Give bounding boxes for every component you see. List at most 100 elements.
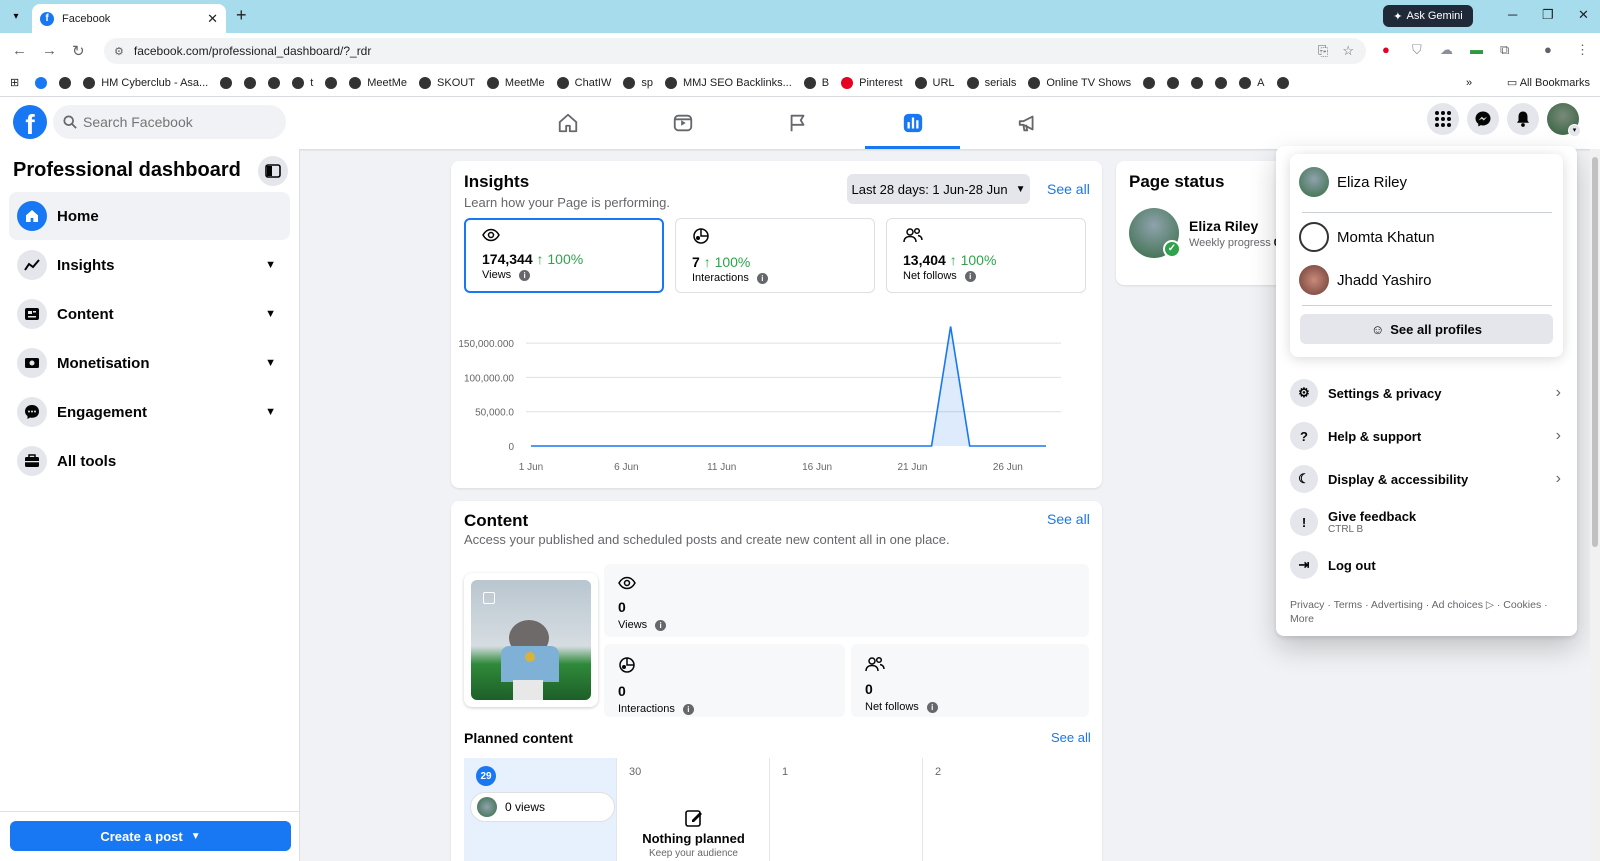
scheduled-post-pill[interactable]: 0 views — [470, 792, 615, 822]
menu-item-settings[interactable]: ⚙ Settings & privacy › — [1290, 373, 1565, 413]
notifications-button[interactable] — [1507, 103, 1539, 135]
date-range-dropdown[interactable]: Last 28 days: 1 Jun-28 Jun ▼ — [847, 174, 1030, 204]
browser-tab[interactable]: f Facebook ✕ — [32, 4, 226, 33]
pinterest-extension-icon[interactable]: ● — [1382, 42, 1390, 57]
bookmark-item[interactable]: B — [803, 76, 829, 89]
ask-gemini-button[interactable]: ✦ Ask Gemini — [1383, 5, 1473, 27]
menu-item-logout[interactable]: ⇥ Log out — [1290, 545, 1565, 585]
nav-video[interactable] — [625, 97, 740, 149]
cloud-extension-icon[interactable]: ☁ — [1440, 42, 1453, 58]
calendar-day-1[interactable]: 1 — [770, 758, 923, 861]
minimize-icon[interactable]: ─ — [1508, 7, 1517, 22]
sidebar-item-insights[interactable]: Insights ▼ — [9, 241, 290, 289]
sidebar-item-all-tools[interactable]: All tools — [9, 437, 290, 485]
menu-grid-button[interactable] — [1427, 103, 1459, 135]
back-icon[interactable]: ← — [12, 42, 27, 59]
bookmark-item[interactable] — [244, 76, 257, 89]
planned-see-all-link[interactable]: See all — [1051, 730, 1091, 745]
reload-icon[interactable]: ↻ — [72, 42, 85, 60]
bookmark-item[interactable]: A — [1239, 76, 1265, 89]
post-thumbnail[interactable] — [464, 573, 598, 707]
nav-pages[interactable] — [740, 97, 855, 149]
bookmark-item[interactable] — [1276, 76, 1289, 89]
facebook-logo[interactable]: f — [13, 105, 47, 139]
create-post-button[interactable]: Create a post ▼ — [10, 821, 291, 851]
bookmark-item[interactable] — [1143, 76, 1156, 89]
bookmark-item[interactable] — [59, 76, 72, 89]
shield-extension-icon[interactable]: ⛉ — [1412, 42, 1422, 58]
sidebar-item-content[interactable]: Content ▼ — [9, 290, 290, 338]
search-input[interactable] — [83, 114, 273, 130]
bookmark-item[interactable]: MeetMe — [486, 76, 545, 89]
bookmark-item[interactable] — [1191, 76, 1204, 89]
nav-home[interactable] — [510, 97, 625, 149]
forward-icon[interactable]: → — [42, 42, 57, 59]
bookmark-item[interactable]: MMJ SEO Backlinks... — [664, 76, 792, 89]
metric-interactions[interactable]: 7 ↑ 100% Interactions i — [675, 218, 875, 293]
menu-item-feedback[interactable]: ! Give feedback CTRL B — [1290, 502, 1565, 542]
nav-ads[interactable] — [970, 97, 1085, 149]
close-tab-icon[interactable]: ✕ — [207, 11, 218, 27]
money-extension-icon[interactable]: ▬ — [1470, 42, 1483, 57]
nav-dashboard[interactable] — [855, 97, 970, 149]
browser-menu-icon[interactable]: ⋮ — [1576, 42, 1589, 58]
new-tab-button[interactable]: + — [236, 5, 247, 26]
apps-icon[interactable]: ⊞ — [10, 76, 19, 89]
calendar-day-29[interactable]: 29 0 views — [464, 758, 617, 861]
menu-item-display[interactable]: ☾ Display & accessibility › — [1290, 459, 1565, 499]
bookmark-item[interactable]: sp — [623, 76, 653, 89]
bookmark-item[interactable] — [220, 76, 233, 89]
bookmark-item[interactable]: t — [292, 76, 313, 89]
bookmark-item[interactable]: MeetMe — [349, 76, 407, 89]
bookmark-item[interactable]: Pinterest — [841, 76, 903, 89]
info-icon[interactable]: i — [964, 270, 976, 282]
sidebar-item-monetisation[interactable]: Monetisation ▼ — [9, 339, 290, 387]
calendar-day-30[interactable]: 30 Nothing planned Keep your audience — [617, 758, 770, 861]
menu-footer-links[interactable]: Privacy · Terms · Advertising · Ad choic… — [1290, 598, 1565, 626]
bookmark-item[interactable]: HM Cyberclub - Asa... — [83, 76, 208, 89]
content-see-all-link[interactable]: See all — [1047, 511, 1090, 527]
bookmark-item[interactable]: serials — [966, 76, 1016, 89]
bookmark-item[interactable] — [35, 76, 48, 89]
bookmark-item[interactable]: SKOUT — [419, 76, 475, 89]
restore-icon[interactable]: ❐ — [1542, 7, 1554, 23]
messenger-button[interactable] — [1467, 103, 1499, 135]
profile-item[interactable]: Momta Khatun — [1299, 222, 1435, 252]
bookmark-item[interactable]: URL — [914, 76, 955, 89]
scrollbar-thumb[interactable] — [1592, 157, 1598, 547]
info-icon[interactable]: i — [756, 272, 768, 284]
tab-search-button[interactable]: ▾ — [7, 8, 25, 26]
profile-item[interactable]: Eliza Riley — [1299, 167, 1407, 197]
bookmark-item[interactable] — [325, 76, 338, 89]
bookmark-item[interactable] — [1167, 76, 1180, 89]
info-icon[interactable]: i — [926, 701, 938, 713]
profile-item[interactable]: Jhadd Yashiro — [1299, 265, 1432, 295]
page-scrollbar[interactable] — [1590, 149, 1600, 861]
page-avatar[interactable]: ✓ — [1129, 208, 1181, 258]
site-info-icon[interactable]: ⚙ — [114, 45, 124, 58]
bookmark-item[interactable] — [1215, 76, 1228, 89]
calendar-day-2[interactable]: 2 — [923, 758, 1076, 861]
metric-net-follows[interactable]: 13,404 ↑ 100% Net follows i — [886, 218, 1086, 293]
menu-item-help[interactable]: ? Help & support › — [1290, 416, 1565, 456]
bookmark-item[interactable] — [268, 76, 281, 89]
close-window-icon[interactable]: ✕ — [1578, 7, 1589, 23]
profile-icon[interactable]: ● — [1544, 42, 1552, 57]
metric-views[interactable]: 174,344 ↑ 100% Views i — [464, 218, 664, 293]
info-icon[interactable]: i — [519, 269, 531, 281]
collapse-sidebar-button[interactable] — [258, 156, 288, 186]
account-avatar[interactable]: ▾ — [1547, 103, 1581, 137]
install-app-icon[interactable]: ⎘ — [1318, 43, 1328, 59]
see-all-profiles-button[interactable]: ☺ See all profiles — [1300, 314, 1553, 344]
insights-see-all-link[interactable]: See all — [1047, 181, 1090, 197]
extensions-icon[interactable]: ⧉ — [1500, 42, 1509, 58]
bookmark-item[interactable]: Online TV Shows — [1028, 76, 1131, 89]
sidebar-item-engagement[interactable]: Engagement ▼ — [9, 388, 290, 436]
bookmark-item[interactable]: ChatIW — [556, 76, 611, 89]
all-bookmarks-button[interactable]: ▭ All Bookmarks — [1507, 76, 1590, 89]
search-box[interactable] — [53, 105, 286, 139]
bookmark-star-icon[interactable]: ☆ — [1342, 43, 1354, 59]
sidebar-item-home[interactable]: Home — [9, 192, 290, 240]
info-icon[interactable]: i — [682, 703, 694, 715]
more-bookmarks-icon[interactable]: » — [1466, 77, 1472, 89]
